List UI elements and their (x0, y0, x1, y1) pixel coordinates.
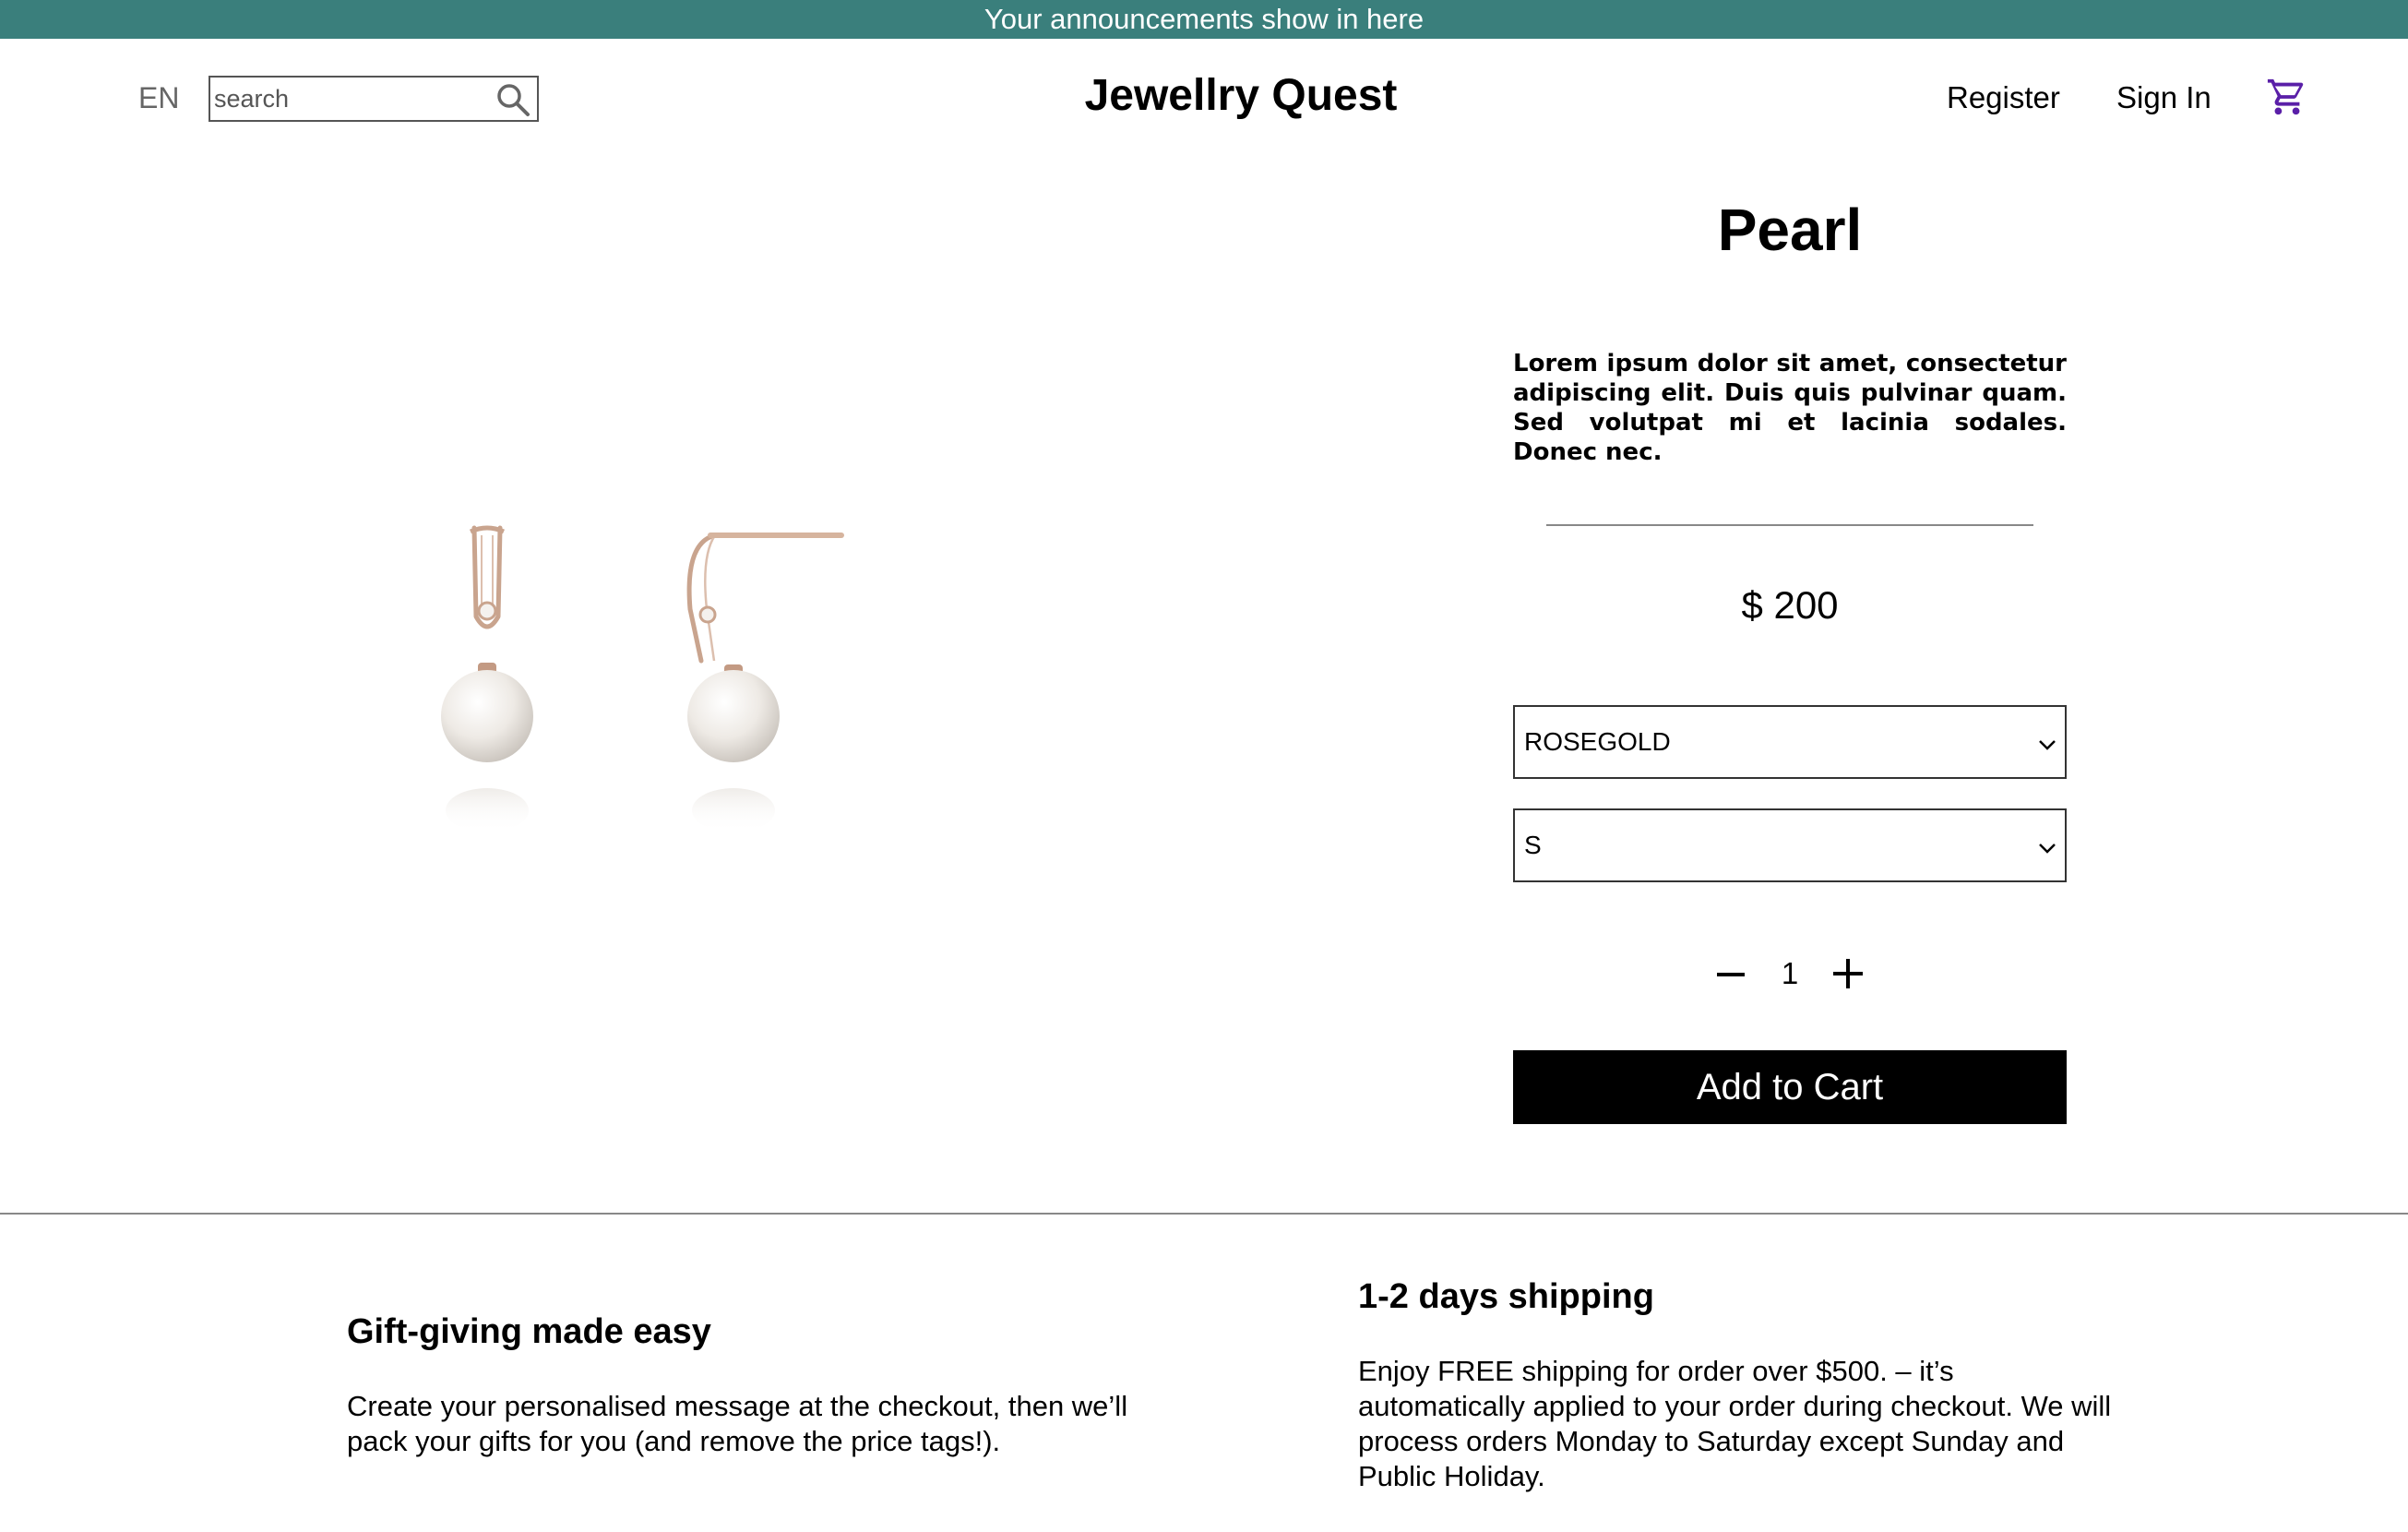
gift-body: Create your personalised message at the … (347, 1390, 1128, 1457)
search-box[interactable] (209, 76, 539, 122)
site-logo[interactable]: Jewellry Quest (960, 70, 1522, 121)
gift-heading: Gift-giving made easy (347, 1312, 711, 1351)
quantity-increase-button[interactable] (1830, 956, 1866, 991)
product-title: Pearl (1717, 197, 1863, 263)
register-link[interactable]: Register (1947, 80, 2060, 115)
cart-icon[interactable] (2266, 76, 2308, 118)
left-earring (441, 525, 533, 832)
size-select[interactable]: S (1513, 808, 2067, 882)
announcement-text: Your announcements show in here (983, 3, 1425, 35)
right-earring (686, 533, 844, 832)
search-icon[interactable] (495, 81, 531, 118)
product-price: $ 200 (1741, 583, 1839, 627)
chevron-down-icon (2039, 740, 2056, 750)
sign-in-link[interactable]: Sign In (2116, 80, 2211, 115)
quantity-value: 1 (1781, 956, 1799, 990)
product-description: Lorem ipsum dolor sit amet, consectetur … (1513, 350, 2067, 466)
chevron-down-icon (2039, 844, 2056, 854)
search-input[interactable] (214, 83, 491, 114)
divider (1546, 524, 2033, 526)
size-select-value: S (1524, 831, 1542, 859)
announcement-bar: Your announcements show in here (0, 0, 2408, 39)
add-to-cart-button[interactable]: Add to Cart (1513, 1050, 2067, 1124)
language-selector[interactable]: EN (138, 81, 179, 115)
color-select[interactable]: ROSEGOLD (1513, 705, 2067, 779)
color-select-value: ROSEGOLD (1524, 727, 1671, 756)
shipping-body: Enjoy FREE shipping for order over $500.… (1358, 1355, 2112, 1492)
quantity-decrease-button[interactable] (1714, 958, 1747, 991)
product-image (441, 525, 844, 832)
shipping-heading: 1-2 days shipping (1358, 1277, 1654, 1316)
section-divider (0, 1213, 2408, 1215)
